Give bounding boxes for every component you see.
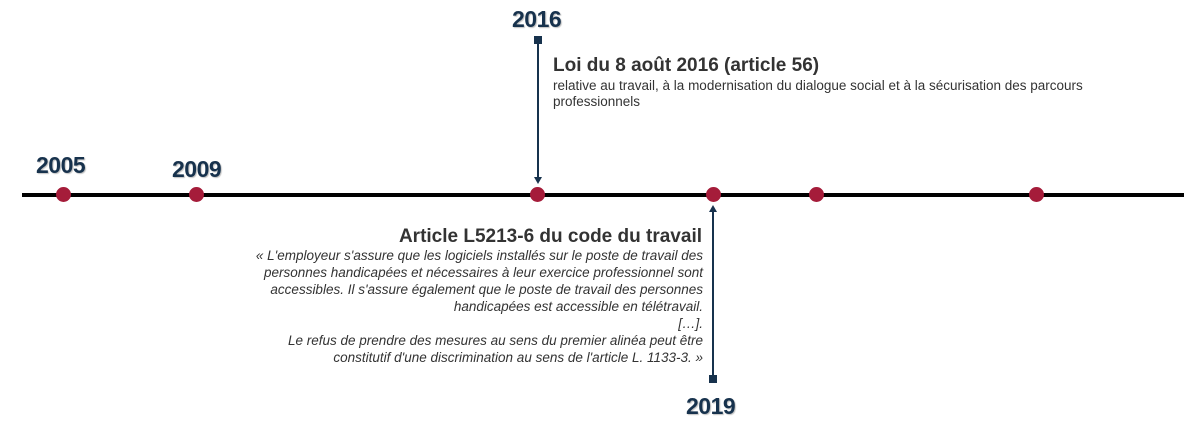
event-title-article-l5213-6: Article L5213-6 du code du travail <box>398 226 702 247</box>
timeline-dot-2019 <box>706 187 721 202</box>
connector-line-2019 <box>712 212 714 376</box>
timeline-dot-2016 <box>530 187 545 202</box>
year-label-2019: 2019 <box>686 393 736 419</box>
timeline-dot-2009 <box>189 187 204 202</box>
arrow-down-icon <box>534 177 542 184</box>
year-label-2009: 2009 <box>172 156 222 182</box>
year-label-2016: 2016 <box>512 6 562 32</box>
event-quote-article-l5213-6: « L'employeur s'assure que les logiciels… <box>255 248 703 365</box>
event-title-loi-2016: Loi du 8 août 2016 (article 56) <box>553 55 820 76</box>
arrow-up-icon <box>709 205 717 212</box>
connector-marker-2019 <box>709 375 717 383</box>
year-label-2005: 2005 <box>36 152 86 178</box>
event-description-loi-2016: relative au travail, à la modernisation … <box>553 78 1083 109</box>
timeline-dot-2005 <box>56 187 71 202</box>
timeline-dot-6 <box>1029 187 1044 202</box>
connector-line-2016 <box>537 42 539 177</box>
timeline-dot-5 <box>809 187 824 202</box>
